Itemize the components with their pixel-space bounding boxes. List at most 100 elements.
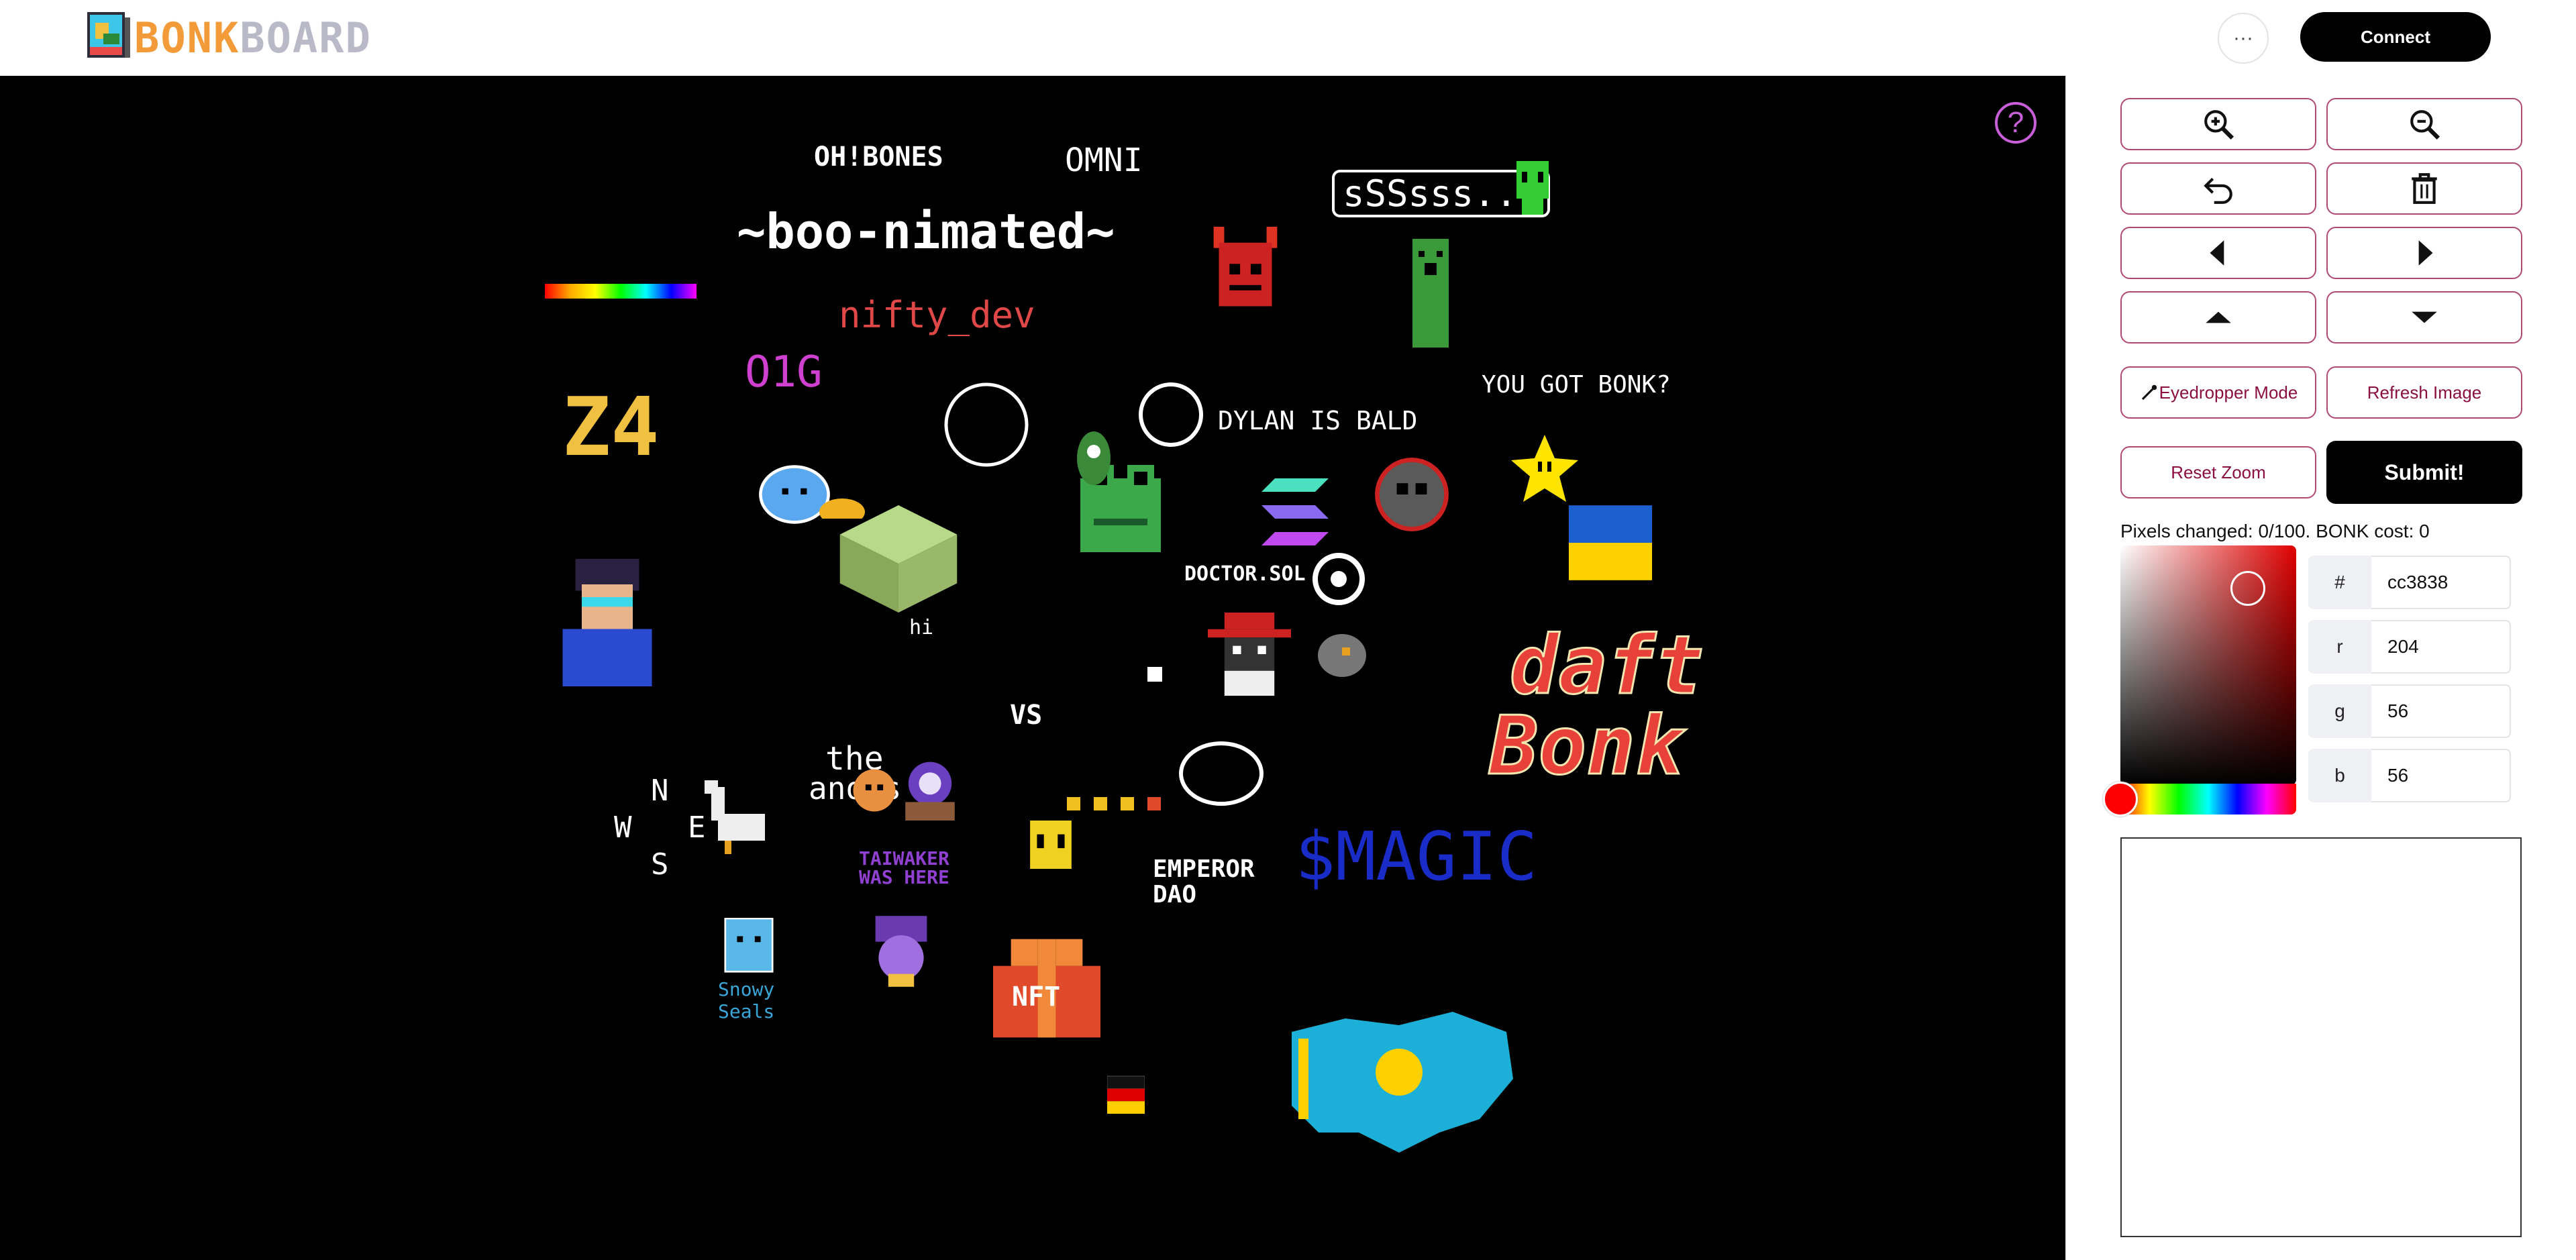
art-kazakhstan-flag-icon: [1292, 1012, 1513, 1153]
art-dylan: DYLAN IS BALD: [1218, 406, 1418, 435]
hex-label: #: [2308, 556, 2371, 609]
more-icon: ···: [2233, 27, 2253, 49]
refresh-image-button[interactable]: Refresh Image: [2326, 366, 2522, 419]
art-cowboy-robot-icon: [1208, 613, 1291, 696]
help-icon[interactable]: ?: [1995, 102, 2037, 144]
art-star-icon: [1511, 435, 1578, 502]
art-taco-icon: [819, 498, 865, 519]
bonkboard-logo[interactable]: BONKBOARD: [87, 12, 372, 63]
art-bonk: Bonk: [1489, 699, 1685, 794]
art-seals: Seals: [718, 1000, 775, 1022]
connect-button[interactable]: Connect: [2300, 12, 2491, 62]
green-field: g 56: [2308, 684, 2511, 738]
logo-text: BONKBOARD: [134, 13, 372, 62]
hue-slider[interactable]: [2120, 784, 2296, 815]
art-doctor-sol: DOCTOR.SOL: [1184, 562, 1306, 586]
art-dots-row-icon: [1067, 797, 1161, 810]
blue-input[interactable]: 56: [2371, 749, 2511, 802]
art-germany-flag-icon: [1107, 1075, 1145, 1114]
refresh-label: Refresh Image: [2367, 382, 2482, 403]
art-green-alien-icon: [1516, 161, 1549, 215]
art-was-here: WAS HERE: [859, 866, 949, 888]
undo-button[interactable]: [2120, 162, 2316, 215]
art-daft: daft: [1509, 619, 1705, 714]
pixel-preview-panel: [2120, 837, 2522, 1237]
art-rainbow-bar: [545, 284, 697, 299]
art-dao: DAO: [1153, 881, 1197, 908]
art-z4: Z4: [562, 381, 660, 474]
art-ohbones: OH!BONES: [814, 142, 943, 172]
move-right-button[interactable]: [2326, 227, 2522, 279]
zoom-out-button[interactable]: [2326, 98, 2522, 150]
art-cat-outline-icon: [1179, 741, 1264, 806]
art-eye-icon: [1312, 553, 1365, 605]
art-creeper-icon: [1412, 239, 1449, 348]
art-ukraine-flag-icon: [1569, 505, 1652, 580]
art-you-got-bonk: YOU GOT BONK?: [1482, 371, 1671, 399]
art-purple-face-icon: [875, 916, 927, 987]
zoom-in-icon: [2204, 110, 2234, 140]
art-dot-icon: [1147, 667, 1162, 682]
submit-button[interactable]: Submit!: [2326, 441, 2522, 504]
art-compass-n: N: [651, 774, 669, 808]
move-down-button[interactable]: [2326, 291, 2522, 344]
move-up-button[interactable]: [2120, 291, 2316, 344]
art-avatar-icon: [562, 559, 652, 686]
hue-slider-handle[interactable]: [2103, 782, 2138, 817]
more-options-button[interactable]: ···: [2218, 13, 2269, 64]
logo-mark-icon: [87, 12, 130, 63]
zoom-out-icon: [2410, 110, 2440, 140]
arrow-left-icon: [2210, 240, 2224, 266]
app-header: BONKBOARD ··· Connect: [0, 0, 2576, 76]
art-plankton-icon: [1077, 431, 1111, 485]
art-compass-e: E: [688, 810, 706, 845]
arrow-down-icon: [2412, 311, 2437, 323]
red-input[interactable]: 204: [2371, 620, 2511, 674]
art-face-outline-icon: [1139, 382, 1203, 447]
red-field: r 204: [2308, 620, 2511, 674]
green-input[interactable]: 56: [2371, 684, 2511, 738]
art-o1g: O1G: [745, 348, 823, 397]
logo-bonk-text: BONK: [134, 13, 240, 62]
saturation-picker-handle[interactable]: [2230, 571, 2265, 606]
art-solana-icon: [1261, 478, 1329, 545]
reset-zoom-label: Reset Zoom: [2171, 462, 2266, 482]
saturation-value-picker[interactable]: [2120, 545, 2296, 785]
eyedropper-label: Eyedropper Mode: [2159, 382, 2298, 403]
eyedropper-mode-button[interactable]: Eyedropper Mode: [2120, 366, 2316, 419]
reset-zoom-button[interactable]: Reset Zoom: [2120, 446, 2316, 498]
art-nft-label: NFT: [1012, 982, 1061, 1012]
hex-input[interactable]: cc3838: [2371, 556, 2511, 609]
blue-field: b 56: [2308, 749, 2511, 802]
art-seal-icon: [724, 918, 774, 973]
art-compass-w: W: [614, 810, 632, 845]
art-snowy: Snowy: [718, 978, 775, 1000]
hex-field: # cc3838: [2308, 556, 2511, 609]
arrow-up-icon: [2206, 311, 2231, 323]
green-label: g: [2308, 684, 2371, 738]
art-cash-box-icon: [839, 505, 958, 613]
clear-button[interactable]: [2326, 162, 2522, 215]
pixel-canvas[interactable]: ? OH!BONES OMNI ~boo-nimated~ sSSsss... …: [0, 76, 2065, 1260]
art-boonimated: ~boo-nimated~: [737, 203, 1115, 260]
art-red-devil-icon: [1213, 227, 1278, 307]
art-vs: VS: [1010, 700, 1043, 731]
art-face-sketch-icon: [944, 382, 1029, 467]
move-left-button[interactable]: [2120, 227, 2316, 279]
art-omni: OMNI: [1065, 142, 1143, 179]
art-hi: hi: [909, 616, 934, 639]
eyedropper-icon: [2141, 384, 2157, 401]
art-magic: $MAGIC: [1295, 817, 1538, 896]
help-glyph: ?: [2007, 106, 2024, 139]
trash-icon: [2412, 173, 2437, 204]
pixels-status-text: Pixels changed: 0/100. BONK cost: 0: [2120, 521, 2430, 541]
art-yellow-box-icon: [1030, 821, 1072, 869]
art-nifty-dev: nifty_dev: [839, 294, 1035, 336]
zoom-in-button[interactable]: [2120, 98, 2316, 150]
art-rock-icon: [1318, 634, 1366, 677]
blue-label: b: [2308, 749, 2371, 802]
art-compass-s: S: [651, 847, 669, 882]
art-goose-icon: [705, 780, 765, 854]
logo-board-text: BOARD: [240, 13, 372, 62]
art-emperor: EMPEROR: [1153, 855, 1255, 883]
